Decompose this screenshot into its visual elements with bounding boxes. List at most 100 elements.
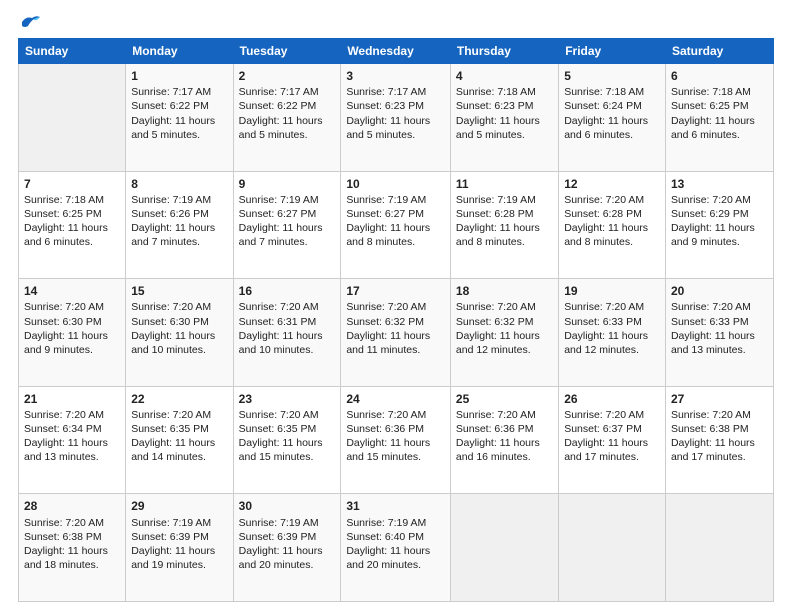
- cell-details: Sunrise: 7:20 AMSunset: 6:30 PMDaylight:…: [131, 300, 227, 357]
- day-number: 31: [346, 498, 445, 514]
- day-number: 29: [131, 498, 227, 514]
- calendar-cell: 28 Sunrise: 7:20 AMSunset: 6:38 PMDayligh…: [19, 494, 126, 602]
- calendar-cell: 17Sunrise: 7:20 AMSunset: 6:32 PMDayligh…: [341, 279, 451, 387]
- calendar-cell: 8Sunrise: 7:19 AMSunset: 6:26 PMDaylight…: [126, 171, 233, 279]
- day-number: 19: [564, 283, 660, 299]
- cell-details: Sunrise: 7:20 AMSunset: 6:29 PMDaylight:…: [671, 193, 768, 250]
- cell-details: Sunrise: 7:17 AMSunset: 6:22 PMDaylight:…: [131, 85, 227, 142]
- day-number: 14: [24, 283, 120, 299]
- cell-details: Sunrise: 7:18 AMSunset: 6:25 PMDaylight:…: [671, 85, 768, 142]
- day-number: 4: [456, 68, 553, 84]
- cell-details: Sunrise: 7:20 AMSunset: 6:33 PMDaylight:…: [671, 300, 768, 357]
- day-number: 23: [239, 391, 336, 407]
- day-number: 8: [131, 176, 227, 192]
- calendar-cell: 3Sunrise: 7:17 AMSunset: 6:23 PMDaylight…: [341, 64, 451, 172]
- day-number: 13: [671, 176, 768, 192]
- day-number: 5: [564, 68, 660, 84]
- day-number: 3: [346, 68, 445, 84]
- day-number: 16: [239, 283, 336, 299]
- calendar-week-row: 14Sunrise: 7:20 AMSunset: 6:30 PMDayligh…: [19, 279, 774, 387]
- day-number: 22: [131, 391, 227, 407]
- calendar-cell: [19, 64, 126, 172]
- cell-details: Sunrise: 7:20 AMSunset: 6:30 PMDaylight:…: [24, 300, 120, 357]
- day-number: 24: [346, 391, 445, 407]
- col-friday: Friday: [559, 39, 666, 64]
- day-number: 28: [24, 498, 120, 514]
- calendar-week-row: 7Sunrise: 7:18 AMSunset: 6:25 PMDaylight…: [19, 171, 774, 279]
- calendar-cell: 21Sunrise: 7:20 AMSunset: 6:34 PMDayligh…: [19, 386, 126, 494]
- day-number: 18: [456, 283, 553, 299]
- day-number: 12: [564, 176, 660, 192]
- calendar-week-row: 1Sunrise: 7:17 AMSunset: 6:22 PMDaylight…: [19, 64, 774, 172]
- cell-details: Sunrise: 7:20 AMSunset: 6:35 PMDaylight:…: [239, 408, 336, 465]
- cell-details: Sunrise: 7:20 AMSunset: 6:35 PMDaylight:…: [131, 408, 227, 465]
- day-number: 15: [131, 283, 227, 299]
- calendar-cell: 12Sunrise: 7:20 AMSunset: 6:28 PMDayligh…: [559, 171, 666, 279]
- calendar-cell: 23Sunrise: 7:20 AMSunset: 6:35 PMDayligh…: [233, 386, 341, 494]
- calendar-week-row: 21Sunrise: 7:20 AMSunset: 6:34 PMDayligh…: [19, 386, 774, 494]
- cell-details: Sunrise: 7:17 AMSunset: 6:23 PMDaylight:…: [346, 85, 445, 142]
- calendar-cell: 5Sunrise: 7:18 AMSunset: 6:24 PMDaylight…: [559, 64, 666, 172]
- logo-bird-icon: [20, 14, 42, 32]
- day-number: 9: [239, 176, 336, 192]
- calendar-cell: 25Sunrise: 7:20 AMSunset: 6:36 PMDayligh…: [450, 386, 558, 494]
- calendar-cell: 26Sunrise: 7:20 AMSunset: 6:37 PMDayligh…: [559, 386, 666, 494]
- day-number: 10: [346, 176, 445, 192]
- calendar-cell: 19Sunrise: 7:20 AMSunset: 6:33 PMDayligh…: [559, 279, 666, 387]
- cell-details: Sunrise: 7:20 AMSunset: 6:38 PMDaylight:…: [24, 516, 120, 573]
- cell-details: Sunrise: 7:19 AMSunset: 6:40 PMDaylight:…: [346, 516, 445, 573]
- calendar-week-row: 28 Sunrise: 7:20 AMSunset: 6:38 PMDayligh…: [19, 494, 774, 602]
- cell-details: Sunrise: 7:18 AMSunset: 6:24 PMDaylight:…: [564, 85, 660, 142]
- calendar-cell: 27Sunrise: 7:20 AMSunset: 6:38 PMDayligh…: [665, 386, 773, 494]
- calendar-header-row: Sunday Monday Tuesday Wednesday Thursday…: [19, 39, 774, 64]
- calendar-cell: 29 Sunrise: 7:19 AMSunset: 6:39 PMDayligh…: [126, 494, 233, 602]
- day-number: 6: [671, 68, 768, 84]
- cell-details: Sunrise: 7:20 AMSunset: 6:36 PMDaylight:…: [456, 408, 553, 465]
- cell-details: Sunrise: 7:19 AMSunset: 6:39 PMDaylight:…: [131, 516, 227, 573]
- calendar-cell: [559, 494, 666, 602]
- calendar-cell: 1Sunrise: 7:17 AMSunset: 6:22 PMDaylight…: [126, 64, 233, 172]
- calendar-cell: 24Sunrise: 7:20 AMSunset: 6:36 PMDayligh…: [341, 386, 451, 494]
- calendar-cell: 18Sunrise: 7:20 AMSunset: 6:32 PMDayligh…: [450, 279, 558, 387]
- calendar-cell: 2Sunrise: 7:17 AMSunset: 6:22 PMDaylight…: [233, 64, 341, 172]
- cell-details: Sunrise: 7:19 AMSunset: 6:27 PMDaylight:…: [239, 193, 336, 250]
- calendar-cell: 13Sunrise: 7:20 AMSunset: 6:29 PMDayligh…: [665, 171, 773, 279]
- cell-details: Sunrise: 7:19 AMSunset: 6:27 PMDaylight:…: [346, 193, 445, 250]
- calendar-cell: 6Sunrise: 7:18 AMSunset: 6:25 PMDaylight…: [665, 64, 773, 172]
- cell-details: Sunrise: 7:20 AMSunset: 6:32 PMDaylight:…: [456, 300, 553, 357]
- cell-details: Sunrise: 7:18 AMSunset: 6:25 PMDaylight:…: [24, 193, 120, 250]
- day-number: 11: [456, 176, 553, 192]
- calendar-cell: 16Sunrise: 7:20 AMSunset: 6:31 PMDayligh…: [233, 279, 341, 387]
- cell-details: Sunrise: 7:20 AMSunset: 6:34 PMDaylight:…: [24, 408, 120, 465]
- calendar-cell: 31 Sunrise: 7:19 AMSunset: 6:40 PMDayligh…: [341, 494, 451, 602]
- cell-details: Sunrise: 7:19 AMSunset: 6:39 PMDaylight:…: [239, 516, 336, 573]
- day-number: 20: [671, 283, 768, 299]
- calendar-cell: 14Sunrise: 7:20 AMSunset: 6:30 PMDayligh…: [19, 279, 126, 387]
- calendar-cell: 20Sunrise: 7:20 AMSunset: 6:33 PMDayligh…: [665, 279, 773, 387]
- cell-details: Sunrise: 7:20 AMSunset: 6:31 PMDaylight:…: [239, 300, 336, 357]
- logo: [18, 18, 42, 28]
- day-number: 30: [239, 498, 336, 514]
- col-thursday: Thursday: [450, 39, 558, 64]
- calendar-cell: [665, 494, 773, 602]
- calendar-cell: 9Sunrise: 7:19 AMSunset: 6:27 PMDaylight…: [233, 171, 341, 279]
- cell-details: Sunrise: 7:20 AMSunset: 6:36 PMDaylight:…: [346, 408, 445, 465]
- col-sunday: Sunday: [19, 39, 126, 64]
- calendar-cell: 30 Sunrise: 7:19 AMSunset: 6:39 PMDayligh…: [233, 494, 341, 602]
- calendar-cell: 22Sunrise: 7:20 AMSunset: 6:35 PMDayligh…: [126, 386, 233, 494]
- calendar-cell: 11Sunrise: 7:19 AMSunset: 6:28 PMDayligh…: [450, 171, 558, 279]
- cell-details: Sunrise: 7:20 AMSunset: 6:33 PMDaylight:…: [564, 300, 660, 357]
- day-number: 17: [346, 283, 445, 299]
- col-tuesday: Tuesday: [233, 39, 341, 64]
- day-number: 25: [456, 391, 553, 407]
- cell-details: Sunrise: 7:20 AMSunset: 6:32 PMDaylight:…: [346, 300, 445, 357]
- header: [18, 18, 774, 28]
- day-number: 27: [671, 391, 768, 407]
- calendar-cell: 10Sunrise: 7:19 AMSunset: 6:27 PMDayligh…: [341, 171, 451, 279]
- day-number: 1: [131, 68, 227, 84]
- day-number: 21: [24, 391, 120, 407]
- page: Sunday Monday Tuesday Wednesday Thursday…: [0, 0, 792, 612]
- cell-details: Sunrise: 7:18 AMSunset: 6:23 PMDaylight:…: [456, 85, 553, 142]
- day-number: 7: [24, 176, 120, 192]
- calendar-cell: 4Sunrise: 7:18 AMSunset: 6:23 PMDaylight…: [450, 64, 558, 172]
